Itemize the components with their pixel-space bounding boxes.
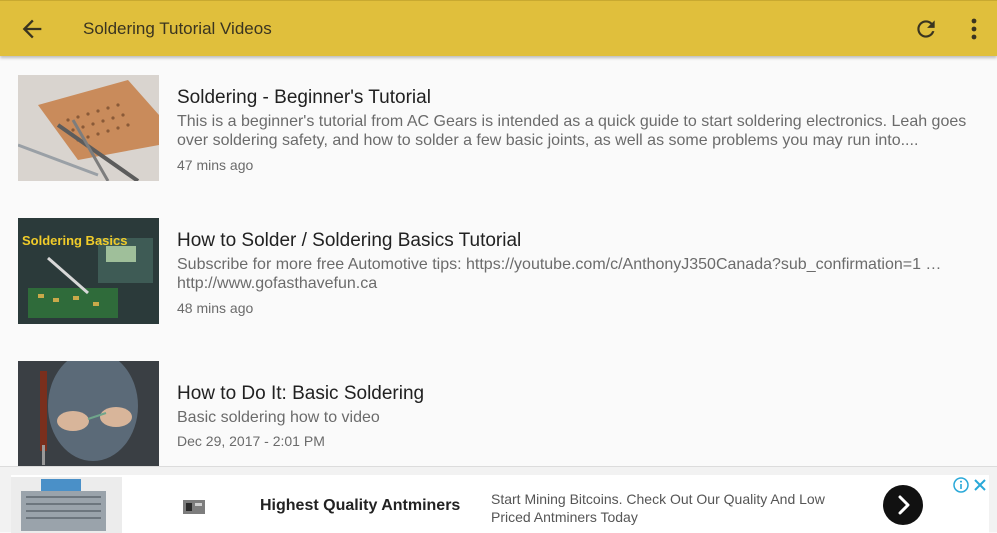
video-title: How to Do It: Basic Soldering xyxy=(177,383,425,404)
ad-body: Start Mining Bitcoins. Check Out Our Qua… xyxy=(491,491,825,525)
arrow-back-icon[interactable] xyxy=(18,15,46,43)
video-thumbnail xyxy=(18,361,159,466)
more-vert-icon[interactable] xyxy=(964,15,984,43)
video-description: This is a beginner's tutorial from AC Ge… xyxy=(177,113,967,149)
ad-close-icon[interactable] xyxy=(972,477,988,493)
ad-open-button[interactable] xyxy=(883,485,923,525)
video-thumbnail: Soldering Basics xyxy=(18,218,159,324)
video-item[interactable]: How to Do It: Basic Soldering Basic sold… xyxy=(0,343,997,466)
page-title: Soldering Tutorial Videos xyxy=(83,19,272,38)
thumbnail-caption: Soldering Basics xyxy=(22,233,127,248)
video-item[interactable]: Soldering - Beginner's Tutorial This is … xyxy=(0,56,997,196)
advertiser-logo-icon xyxy=(183,500,205,514)
video-item[interactable]: Soldering Basics How to Solder / Solderi… xyxy=(0,199,997,339)
video-title: How to Solder / Soldering Basics Tutoria… xyxy=(177,230,522,251)
app-bar: Soldering Tutorial Videos xyxy=(0,0,997,56)
video-description: Subscribe for more free Automotive tips:… xyxy=(177,256,942,292)
video-description: Basic soldering how to video xyxy=(177,409,380,426)
video-age: Dec 29, 2017 - 2:01 PM xyxy=(177,433,325,449)
ad-product-image xyxy=(11,477,122,533)
video-age: 48 mins ago xyxy=(177,300,254,316)
chevron-right-icon xyxy=(898,495,910,515)
ad-banner: Highest Quality Antminers Start Mining B… xyxy=(0,466,997,533)
video-age: 47 mins ago xyxy=(177,157,254,173)
video-thumbnail xyxy=(18,75,159,181)
video-list: Soldering - Beginner's Tutorial This is … xyxy=(0,56,997,466)
ad-headline[interactable]: Highest Quality Antminers xyxy=(260,497,460,515)
video-title: Soldering - Beginner's Tutorial xyxy=(177,87,431,108)
ad-info-icon[interactable] xyxy=(953,477,969,493)
refresh-icon[interactable] xyxy=(913,16,939,42)
